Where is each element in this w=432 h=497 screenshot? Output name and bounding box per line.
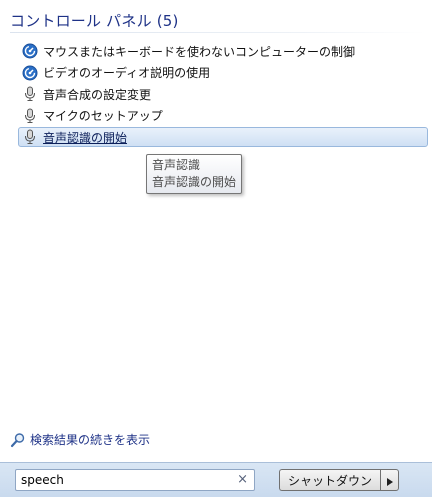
clear-icon[interactable]: × (237, 472, 248, 488)
result-label: 音声合成の設定変更 (43, 87, 152, 102)
microphone-icon (22, 108, 38, 124)
results-list: マウスまたはキーボードを使わないコンピューターの制御 ビデオのオーディオ説明の使… (18, 41, 428, 149)
tooltip-title: 音声認識 (152, 158, 201, 172)
result-label: 音声認識の開始 (43, 130, 128, 145)
microphone-icon (22, 86, 38, 102)
group-divider (10, 32, 426, 33)
result-label: ビデオのオーディオ説明の使用 (43, 66, 211, 80)
search-input[interactable] (16, 471, 231, 489)
see-more-results-label: 検索結果の続きを表示 (30, 433, 151, 447)
result-item-microphone-setup[interactable]: マイクのセットアップ (18, 106, 428, 126)
result-item-tts-settings[interactable]: 音声合成の設定変更 (18, 84, 428, 104)
result-item-audio-description[interactable]: ビデオのオーディオ説明の使用 (18, 63, 428, 83)
group-header-control-panel[interactable]: コントロール パネル (5) (10, 10, 179, 31)
result-item-control-without-mouse[interactable]: マウスまたはキーボードを使わないコンピューターの制御 (18, 41, 428, 61)
result-label: マイクのセットアップ (43, 109, 163, 123)
shutdown-button-group: シャットダウン (279, 469, 400, 491)
search-box[interactable]: × (15, 469, 255, 491)
triangle-right-icon (386, 471, 393, 490)
start-menu-search-results: コントロール パネル (5) マウスまたはキーボードを使わないコンピューターの制… (0, 0, 432, 462)
ease-of-access-icon (22, 43, 38, 59)
search-bar-area: × シャットダウン (0, 462, 432, 497)
tooltip: 音声認識 音声認識の開始 (146, 154, 242, 194)
magnifier-icon (10, 432, 26, 448)
ease-of-access-icon (22, 65, 38, 81)
shutdown-options-button[interactable] (380, 469, 400, 491)
result-item-start-speech-recognition[interactable]: 音声認識の開始 (18, 127, 428, 147)
tooltip-description: 音声認識の開始 (152, 175, 237, 189)
see-more-results-link[interactable]: 検索結果の続きを表示 (10, 431, 150, 448)
microphone-icon (22, 129, 38, 145)
result-label: マウスまたはキーボードを使わないコンピューターの制御 (43, 44, 356, 59)
shutdown-button[interactable]: シャットダウン (279, 469, 381, 491)
